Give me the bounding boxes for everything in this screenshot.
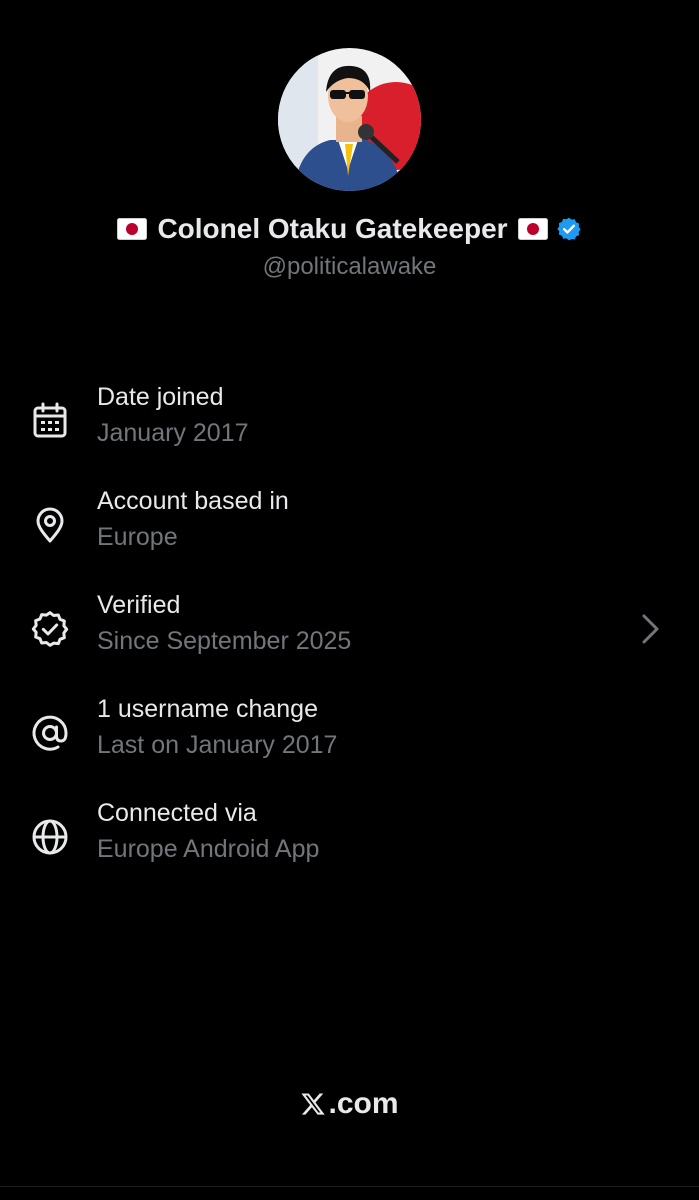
at-sign-icon bbox=[30, 713, 70, 753]
japan-flag-icon bbox=[517, 218, 548, 240]
profile-avatar[interactable] bbox=[278, 48, 421, 191]
about-row-verified[interactable]: Verified Since September 2025 bbox=[0, 591, 699, 667]
about-row-subtitle: January 2017 bbox=[97, 419, 249, 447]
footer-domain-text: .com bbox=[328, 1087, 399, 1120]
location-pin-icon bbox=[30, 505, 70, 545]
about-row-title: Account based in bbox=[97, 487, 289, 515]
japan-flag-icon bbox=[117, 218, 148, 240]
about-row-subtitle: Europe Android App bbox=[97, 835, 320, 863]
profile-handle: @politicalawake bbox=[262, 253, 437, 280]
globe-icon bbox=[30, 817, 70, 857]
about-row-title: 1 username change bbox=[97, 695, 318, 723]
verified-check-icon bbox=[30, 609, 70, 649]
verified-badge-icon[interactable] bbox=[556, 216, 582, 242]
footer-brand: .com bbox=[0, 1087, 699, 1121]
about-row-title: Connected via bbox=[97, 799, 257, 827]
about-row-subtitle: Since September 2025 bbox=[97, 627, 352, 655]
about-row-account-based-in: Account based in Europe bbox=[0, 487, 699, 563]
profile-display-name: Colonel Otaku Gatekeeper bbox=[157, 213, 508, 244]
about-row-username-change: 1 username change Last on January 2017 bbox=[0, 695, 699, 771]
about-row-date-joined: Date joined January 2017 bbox=[0, 383, 699, 459]
x-logo-icon bbox=[300, 1091, 326, 1117]
divider bbox=[0, 1186, 699, 1187]
chevron-right-icon bbox=[636, 611, 664, 647]
about-row-subtitle: Last on January 2017 bbox=[97, 731, 338, 759]
about-row-title: Date joined bbox=[97, 383, 224, 411]
calendar-icon bbox=[30, 401, 70, 441]
about-row-title: Verified bbox=[97, 591, 181, 619]
profile-name-row: Colonel Otaku Gatekeeper bbox=[0, 213, 699, 245]
about-row-connected-via: Connected via Europe Android App bbox=[0, 799, 699, 875]
about-row-subtitle: Europe bbox=[97, 523, 178, 551]
avatar-image bbox=[278, 48, 421, 191]
